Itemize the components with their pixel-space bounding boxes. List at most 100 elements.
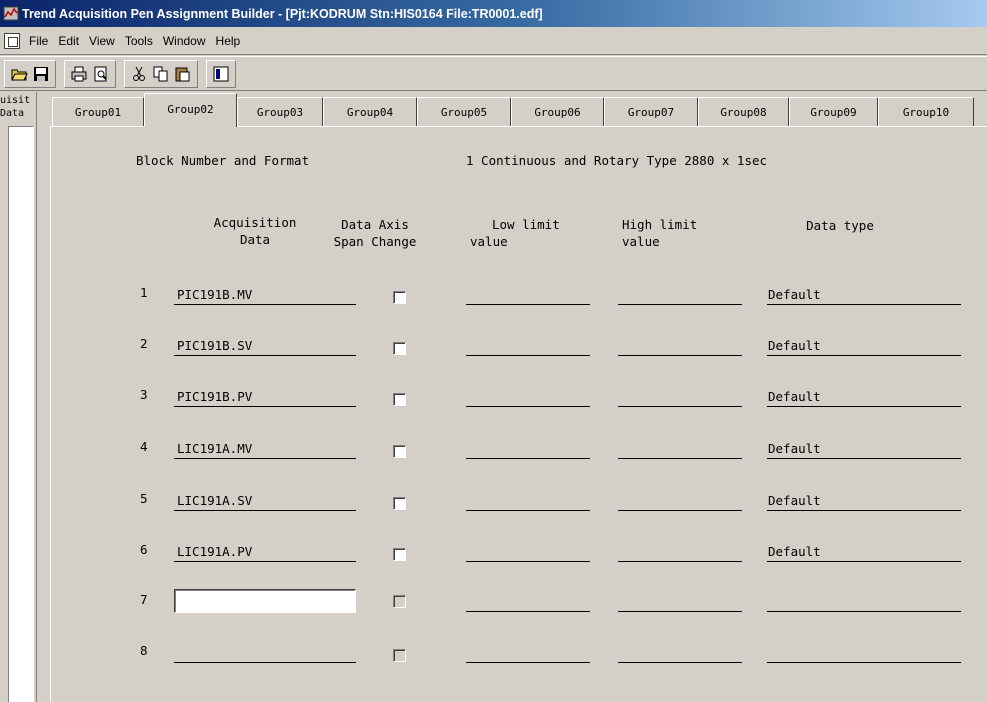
low-limit-field[interactable] bbox=[466, 542, 590, 562]
tab-group06[interactable]: Group06 bbox=[511, 97, 604, 127]
high-limit-field[interactable] bbox=[618, 542, 742, 562]
tab-label: Group05 bbox=[440, 106, 488, 119]
tab-group04[interactable]: Group04 bbox=[323, 97, 417, 127]
pen-row-7: 7 bbox=[0, 589, 987, 616]
data-type-field[interactable]: Default bbox=[767, 336, 961, 356]
span-change-checkbox[interactable] bbox=[393, 291, 406, 304]
edit-toolbar-group bbox=[124, 59, 198, 88]
span-change-checkbox[interactable] bbox=[393, 548, 406, 561]
save-icon[interactable] bbox=[30, 63, 52, 85]
tab-group05[interactable]: Group05 bbox=[417, 97, 511, 127]
acquisition-data-field[interactable]: LIC191A.SV bbox=[174, 491, 356, 511]
header-acquisition-line1: Acquisition bbox=[213, 215, 297, 230]
header-data-axis: Data Axis Span Change bbox=[325, 216, 425, 250]
high-limit-field[interactable] bbox=[618, 387, 742, 407]
pen-row-6: 6 LIC191A.PV Default bbox=[0, 542, 987, 566]
acquisition-data-field[interactable]: PIC191B.MV bbox=[174, 285, 356, 305]
header-high-limit-line1: High limit bbox=[622, 217, 698, 232]
high-limit-field[interactable] bbox=[618, 285, 742, 305]
print-icon[interactable] bbox=[68, 63, 90, 85]
header-low-limit: Low limit value bbox=[470, 216, 580, 250]
low-limit-field[interactable] bbox=[466, 336, 590, 356]
row-number: 5 bbox=[140, 491, 148, 506]
pen-row-2: 2 PIC191B.SV Default bbox=[0, 336, 987, 360]
high-limit-field[interactable] bbox=[618, 592, 742, 612]
menu-help[interactable]: Help bbox=[211, 34, 246, 48]
tab-group07[interactable]: Group07 bbox=[604, 97, 698, 127]
menu-edit[interactable]: Edit bbox=[53, 34, 84, 48]
data-type-field[interactable]: Default bbox=[767, 491, 961, 511]
span-change-checkbox[interactable] bbox=[393, 649, 406, 662]
pen-row-8: 8 bbox=[0, 643, 987, 667]
high-limit-field[interactable] bbox=[618, 336, 742, 356]
properties-icon[interactable] bbox=[210, 63, 232, 85]
paste-icon[interactable] bbox=[172, 63, 194, 85]
data-type-field[interactable]: Default bbox=[767, 387, 961, 407]
toolbar bbox=[0, 56, 987, 91]
header-high-limit: High limit value bbox=[620, 216, 740, 250]
row-number: 8 bbox=[140, 643, 148, 658]
tab-group08[interactable]: Group08 bbox=[698, 97, 789, 127]
low-limit-field[interactable] bbox=[466, 439, 590, 459]
print-preview-icon[interactable] bbox=[90, 63, 112, 85]
window-title: Trend Acquisition Pen Assignment Builder… bbox=[22, 6, 543, 21]
acquisition-data-field[interactable]: LIC191A.MV bbox=[174, 439, 356, 459]
header-low-limit-line1: Low limit bbox=[492, 217, 560, 232]
block-number-label: Block Number and Format bbox=[136, 153, 310, 168]
cut-icon[interactable] bbox=[128, 63, 150, 85]
tab-label: Group10 bbox=[902, 106, 950, 119]
tab-label: Group02 bbox=[167, 103, 214, 116]
tab-group02[interactable]: Group02 bbox=[144, 93, 237, 127]
low-limit-field[interactable] bbox=[466, 643, 590, 663]
low-limit-field[interactable] bbox=[466, 387, 590, 407]
row-number: 6 bbox=[140, 542, 148, 557]
data-type-field[interactable] bbox=[767, 643, 961, 663]
acquisition-data-field[interactable]: PIC191B.PV bbox=[174, 387, 356, 407]
data-type-field[interactable]: Default bbox=[767, 542, 961, 562]
menu-window[interactable]: Window bbox=[158, 34, 211, 48]
acquisition-data-input[interactable] bbox=[174, 589, 356, 613]
high-limit-field[interactable] bbox=[618, 643, 742, 663]
data-type-field[interactable]: Default bbox=[767, 285, 961, 305]
span-change-checkbox[interactable] bbox=[393, 595, 406, 608]
header-acquisition-line2: Data bbox=[239, 232, 271, 247]
menu-file[interactable]: File bbox=[24, 34, 53, 48]
low-limit-field[interactable] bbox=[466, 285, 590, 305]
tab-label: Group07 bbox=[627, 106, 675, 119]
app-icon[interactable] bbox=[3, 6, 19, 21]
tab-group01[interactable]: Group01 bbox=[52, 97, 144, 127]
acquisition-data-field[interactable] bbox=[174, 643, 356, 663]
data-type-field[interactable] bbox=[767, 592, 961, 612]
acquisition-data-field[interactable]: PIC191B.SV bbox=[174, 336, 356, 356]
left-pane-label-line1: uisit bbox=[0, 95, 31, 106]
span-change-checkbox[interactable] bbox=[393, 445, 406, 458]
block-number-value: 1 Continuous and Rotary Type 2880 x 1sec bbox=[466, 153, 768, 168]
header-data-axis-line1: Data Axis bbox=[341, 217, 409, 232]
low-limit-field[interactable] bbox=[466, 592, 590, 612]
open-folder-icon[interactable] bbox=[8, 63, 30, 85]
high-limit-field[interactable] bbox=[618, 491, 742, 511]
tab-label: Group08 bbox=[720, 106, 767, 119]
row-number: 4 bbox=[140, 439, 148, 454]
data-type-field[interactable]: Default bbox=[767, 439, 961, 459]
copy-icon[interactable] bbox=[150, 63, 172, 85]
span-change-checkbox[interactable] bbox=[393, 342, 406, 355]
pen-row-4: 4 LIC191A.MV Default bbox=[0, 439, 987, 463]
high-limit-field[interactable] bbox=[618, 439, 742, 459]
span-change-checkbox[interactable] bbox=[393, 393, 406, 406]
tab-group03[interactable]: Group03 bbox=[237, 97, 323, 127]
header-data-axis-line2: Span Change bbox=[333, 234, 417, 249]
low-limit-field[interactable] bbox=[466, 491, 590, 511]
menu-view[interactable]: View bbox=[84, 34, 120, 48]
tab-group10[interactable]: Group10 bbox=[878, 97, 974, 127]
title-bar[interactable]: Trend Acquisition Pen Assignment Builder… bbox=[0, 0, 987, 27]
pen-row-3: 3 PIC191B.PV Default bbox=[0, 387, 987, 411]
row-number: 3 bbox=[140, 387, 148, 402]
tab-group09[interactable]: Group09 bbox=[789, 97, 878, 127]
tab-label: Group04 bbox=[346, 106, 394, 119]
row-number: 2 bbox=[140, 336, 148, 351]
span-change-checkbox[interactable] bbox=[393, 497, 406, 510]
document-icon[interactable] bbox=[4, 32, 20, 49]
menu-tools[interactable]: Tools bbox=[120, 34, 158, 48]
acquisition-data-field[interactable]: LIC191A.PV bbox=[174, 542, 356, 562]
